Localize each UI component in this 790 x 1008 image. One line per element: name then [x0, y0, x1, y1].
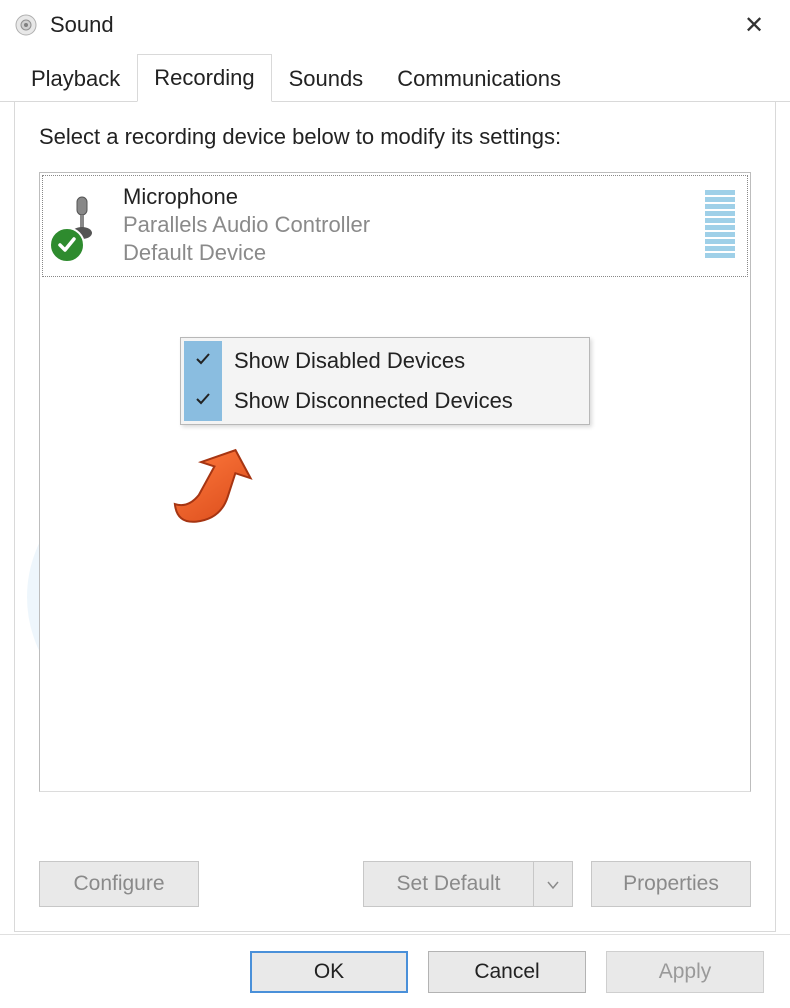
arrow-annotation	[168, 437, 258, 542]
menu-check-col	[184, 381, 222, 421]
menu-check-col	[184, 341, 222, 381]
dialog-footer: OK Cancel Apply	[0, 934, 790, 1008]
titlebar: Sound ✕	[0, 0, 790, 50]
menu-show-disabled[interactable]: Show Disabled Devices	[184, 341, 586, 381]
device-name: Microphone	[123, 184, 370, 210]
properties-button[interactable]: Properties	[591, 861, 751, 907]
set-default-dropdown[interactable]	[533, 861, 573, 907]
menu-show-disconnected[interactable]: Show Disconnected Devices	[184, 381, 586, 421]
tab-communications[interactable]: Communications	[380, 55, 578, 102]
configure-button[interactable]: Configure	[39, 861, 199, 907]
menu-item-label: Show Disconnected Devices	[222, 388, 513, 414]
device-list[interactable]: Microphone Parallels Audio Controller De…	[39, 172, 751, 792]
level-meter	[705, 186, 735, 258]
ok-button[interactable]: OK	[250, 951, 408, 993]
instruction-text: Select a recording device below to modif…	[39, 124, 751, 150]
device-status: Default Device	[123, 240, 370, 266]
tab-content-recording: pcrisk.com Select a recording device bel…	[14, 102, 776, 932]
default-check-icon	[49, 227, 85, 263]
device-icon-wrap	[51, 189, 115, 261]
tab-sounds[interactable]: Sounds	[272, 55, 381, 102]
sound-icon	[14, 13, 38, 37]
tab-recording[interactable]: Recording	[137, 54, 271, 102]
close-button[interactable]: ✕	[732, 3, 776, 47]
check-icon	[194, 348, 212, 374]
device-controller: Parallels Audio Controller	[123, 212, 370, 238]
set-default-group: Set Default	[363, 861, 573, 907]
close-icon: ✕	[744, 11, 764, 40]
menu-item-label: Show Disabled Devices	[222, 348, 465, 374]
tab-playback[interactable]: Playback	[14, 55, 137, 102]
window-title: Sound	[50, 12, 732, 38]
chevron-down-icon	[546, 872, 560, 896]
apply-button[interactable]: Apply	[606, 951, 764, 993]
device-item-microphone[interactable]: Microphone Parallels Audio Controller De…	[42, 175, 748, 277]
set-default-button[interactable]: Set Default	[363, 861, 533, 907]
device-text: Microphone Parallels Audio Controller De…	[123, 184, 370, 266]
context-menu: Show Disabled Devices Show Disconnected …	[180, 337, 590, 425]
button-row: Configure Set Default Properties	[39, 861, 751, 907]
cancel-button[interactable]: Cancel	[428, 951, 586, 993]
check-icon	[194, 388, 212, 414]
tab-strip: Playback Recording Sounds Communications	[0, 50, 790, 102]
